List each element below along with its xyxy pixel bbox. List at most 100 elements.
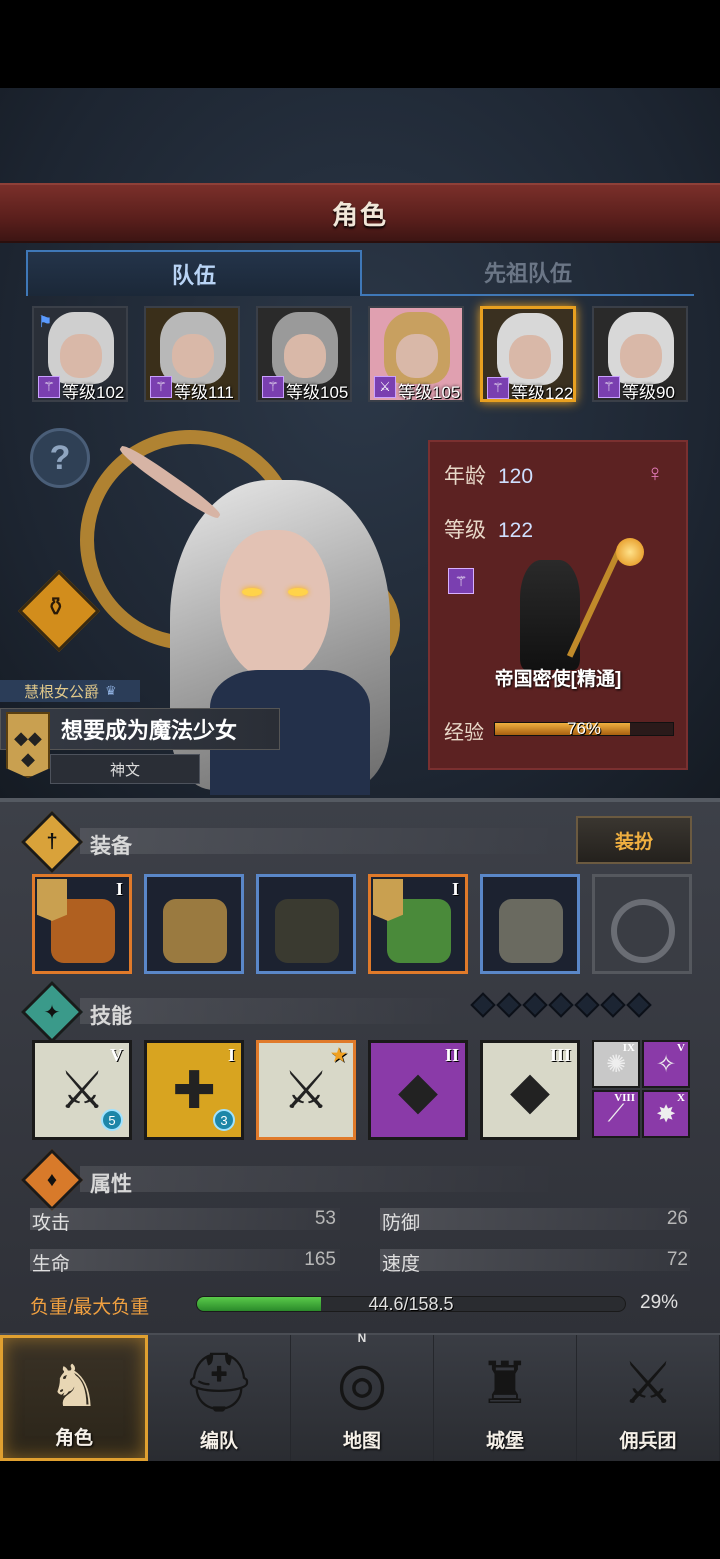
attributes-header-line [80, 1166, 560, 1192]
equip-slot-wooden-crate[interactable] [144, 874, 244, 974]
level-row: 等级 122 [444, 514, 533, 544]
equip-slot-dark-hood[interactable] [256, 874, 356, 974]
skill-symbol-icon: ✺ [605, 1051, 627, 1078]
mercenary-icon: ⚔ [622, 1351, 674, 1416]
skills-title: 技能 [90, 1005, 132, 1028]
equip-slot-cloth-boots[interactable] [480, 874, 580, 974]
staff-icon: ⚚ [38, 376, 60, 398]
sub-trait[interactable]: 神文 [50, 754, 200, 784]
skill-tier: V [110, 1045, 123, 1065]
dark-hood-icon [275, 899, 339, 963]
skill-4[interactable]: ◆ II [368, 1040, 468, 1140]
member-portrait [48, 312, 114, 384]
nav-label: 角色 [54, 1428, 93, 1449]
age-value: 120 [498, 465, 534, 488]
equip-slot-empty-ring-slot[interactable] [592, 874, 692, 974]
attributes-title: 属性 [90, 1173, 132, 1196]
skill-symbol-icon: ⟋ [607, 1100, 625, 1127]
passive-skill-4[interactable]: ✸ X [642, 1090, 690, 1138]
speed-label: 速度 [382, 1254, 421, 1275]
skill-1[interactable]: ⚔ V 5 [32, 1040, 132, 1140]
nav-mercenary[interactable]: ⚔ 佣兵团 [577, 1335, 720, 1461]
level-label: 等级 [444, 519, 486, 542]
nav-knight[interactable]: ♞ 角色 [0, 1335, 148, 1461]
party-member-6[interactable]: ⚚ 等级90 [592, 306, 688, 402]
nav-helmet[interactable]: ⛑ 编队 [148, 1335, 291, 1461]
load-percent: 29% [640, 1292, 679, 1313]
skill-symbol-icon: ⚔ [282, 1062, 330, 1120]
skill-tier: V [677, 1042, 685, 1054]
dress-up-button[interactable]: 装扮 [576, 816, 692, 864]
skill-symbol-icon: ◆ [510, 1062, 550, 1120]
crown-icon: ♛ [105, 683, 117, 698]
passive-skill-3[interactable]: ⟋ VIII [592, 1090, 640, 1138]
party-member-3[interactable]: ⚚ 等级105 [256, 306, 352, 402]
sword-icon: ⚔ [374, 376, 396, 398]
nav-label: 佣兵团 [619, 1431, 677, 1452]
bottom-nav: ♞ 角色 ⛑ 编队 N ◎ 地图 ♜ 城堡 ⚔ 佣兵团 [0, 1331, 720, 1461]
skill-tier: IX [622, 1042, 635, 1054]
skills-header-line [80, 998, 460, 1024]
skill-tier: VIII [614, 1092, 635, 1104]
passive-skill-2[interactable]: ✧ V [642, 1040, 690, 1088]
party-tabs: 队伍 先祖队伍 [26, 250, 694, 296]
staff-icon: ⚚ [150, 376, 172, 398]
skill-3[interactable]: ⚔ ★ [256, 1040, 356, 1140]
load-text: 44.6/158.5 [368, 1296, 454, 1312]
system-nav-area [0, 1461, 720, 1559]
crest-icon: ◆◆ ◆ [6, 712, 50, 778]
skill-point-diamond [522, 992, 548, 1018]
equip-slot-green-armor[interactable]: I [368, 874, 468, 974]
pot-icon: ⚱ [44, 591, 67, 622]
skill-points [470, 992, 652, 1018]
header-bar: 角色 [0, 183, 720, 243]
nav-label: 地图 [342, 1431, 381, 1452]
staff-icon: ⚚ [598, 376, 620, 398]
party-member-5[interactable]: ⚚ 等级122 [480, 306, 576, 402]
party-member-1[interactable]: ⚑ ⚚ 等级102 [32, 306, 128, 402]
crest-icon [37, 879, 67, 921]
hp-label: 生命 [32, 1254, 71, 1275]
flag-icon: ⚑ [38, 314, 53, 331]
staff-orb [616, 538, 644, 566]
status-bar-area [0, 0, 720, 88]
party-member-4[interactable]: ⚔ 等级105 [368, 306, 464, 402]
tab-ancestor-party[interactable]: 先祖队伍 [362, 250, 694, 296]
age-row: 年龄 120 [444, 460, 533, 490]
member-level: 等级102 [62, 383, 125, 402]
right-eye [288, 588, 308, 596]
skill-2[interactable]: ✚ I 3 [144, 1040, 244, 1140]
character-title: 慧根女公爵 ♛ [0, 680, 140, 702]
defense-value: 26 [666, 1208, 688, 1229]
nav-castle[interactable]: ♜ 城堡 [434, 1335, 577, 1461]
member-portrait [160, 312, 226, 384]
skill-point-diamond [470, 992, 496, 1018]
member-portrait [384, 312, 450, 384]
exp-bar: 76% [494, 719, 674, 738]
load-bar: 44.6/158.5 [196, 1296, 626, 1312]
castle-icon: ♜ [479, 1351, 531, 1416]
equip-slot-dragon-staff[interactable]: I [32, 874, 132, 974]
party-member-2[interactable]: ⚚ 等级111 [144, 306, 240, 402]
job-name[interactable]: 帝国密使[精通] [430, 664, 686, 691]
exp-label: 经验 [444, 722, 484, 744]
member-level: 等级105 [286, 383, 349, 402]
tab-party[interactable]: 队伍 [26, 250, 362, 296]
member-level: 等级111 [174, 383, 234, 402]
crest-icon [373, 879, 403, 921]
character-title-text: 慧根女公爵 [24, 683, 100, 701]
nav-compass[interactable]: N ◎ 地图 [291, 1331, 434, 1461]
skill-5[interactable]: ◆ III [480, 1040, 580, 1140]
dagger-icon: † [46, 830, 58, 853]
skill-tier: I [227, 1045, 235, 1065]
equipment-header-line [80, 828, 560, 854]
flame-icon: ♦ [46, 1168, 58, 1191]
passive-skill-1[interactable]: ✺ IX [592, 1040, 640, 1088]
staff-class-icon: ⚚ [448, 568, 474, 594]
skill-tier: II [444, 1045, 459, 1065]
member-portrait [608, 312, 674, 384]
empty-ring-slot-icon [611, 899, 675, 963]
hp-value: 165 [304, 1249, 336, 1270]
skill-symbol-icon: ✸ [655, 1101, 677, 1128]
exp-text: 76% [566, 719, 602, 738]
